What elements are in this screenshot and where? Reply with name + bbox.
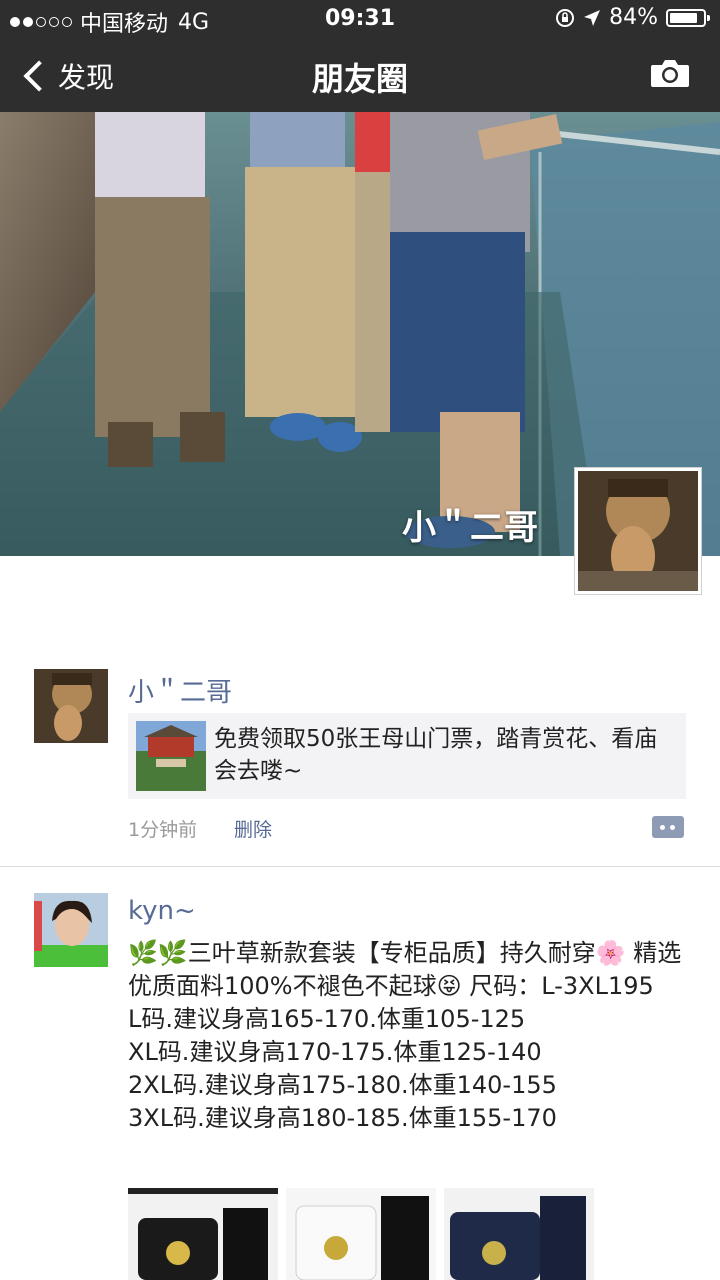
post-photo[interactable] [444,1188,594,1280]
temple-image [136,721,206,791]
status-bar: 中国移动 4G 09:31 84% [0,0,720,37]
tracksuit-white-image [286,1188,436,1280]
battery-percent: 84% [609,5,658,30]
battery-icon [666,8,710,27]
tracksuit-black-image [128,1188,278,1280]
post-divider [0,866,720,867]
post-text: 🌿🌿三叶草新款套装【专柜品质】持久耐穿🌸 精选优质面料100%不褪色不起球😝 尺… [128,939,682,1132]
page-title: 朋友圈 [311,60,408,98]
avatar-image [578,471,698,591]
post-username[interactable]: kyn~ [128,896,196,926]
post-avatar[interactable] [34,669,108,743]
profile-name: 小＂二哥 [402,508,538,548]
nav-bar: 发现 朋友圈 [0,36,720,112]
post-photo[interactable] [128,1188,278,1280]
link-title: 免费领取50张王母山门票，踏青赏花、看庙会去喽~ [214,726,658,784]
lock-rotation-icon [556,8,575,27]
link-thumbnail [136,721,206,791]
post-photo[interactable] [286,1188,436,1280]
tracksuit-navy-image [444,1188,594,1280]
post-photos [128,1188,598,1280]
delete-button[interactable]: 删除 [234,815,272,842]
avatar-image [34,669,108,743]
post-username[interactable]: 小＂二哥 [128,672,232,709]
status-right: 84% [555,5,710,30]
post-time: 1分钟前 [128,819,198,841]
comment-icon[interactable] [652,816,684,838]
avatar-image [34,893,108,967]
camera-icon[interactable] [650,58,690,88]
profile-avatar[interactable] [574,467,702,595]
link-card[interactable]: 免费领取50张王母山门票，踏青赏花、看庙会去喽~ [128,713,686,799]
location-arrow-icon [584,9,601,26]
post-avatar[interactable] [34,893,108,967]
